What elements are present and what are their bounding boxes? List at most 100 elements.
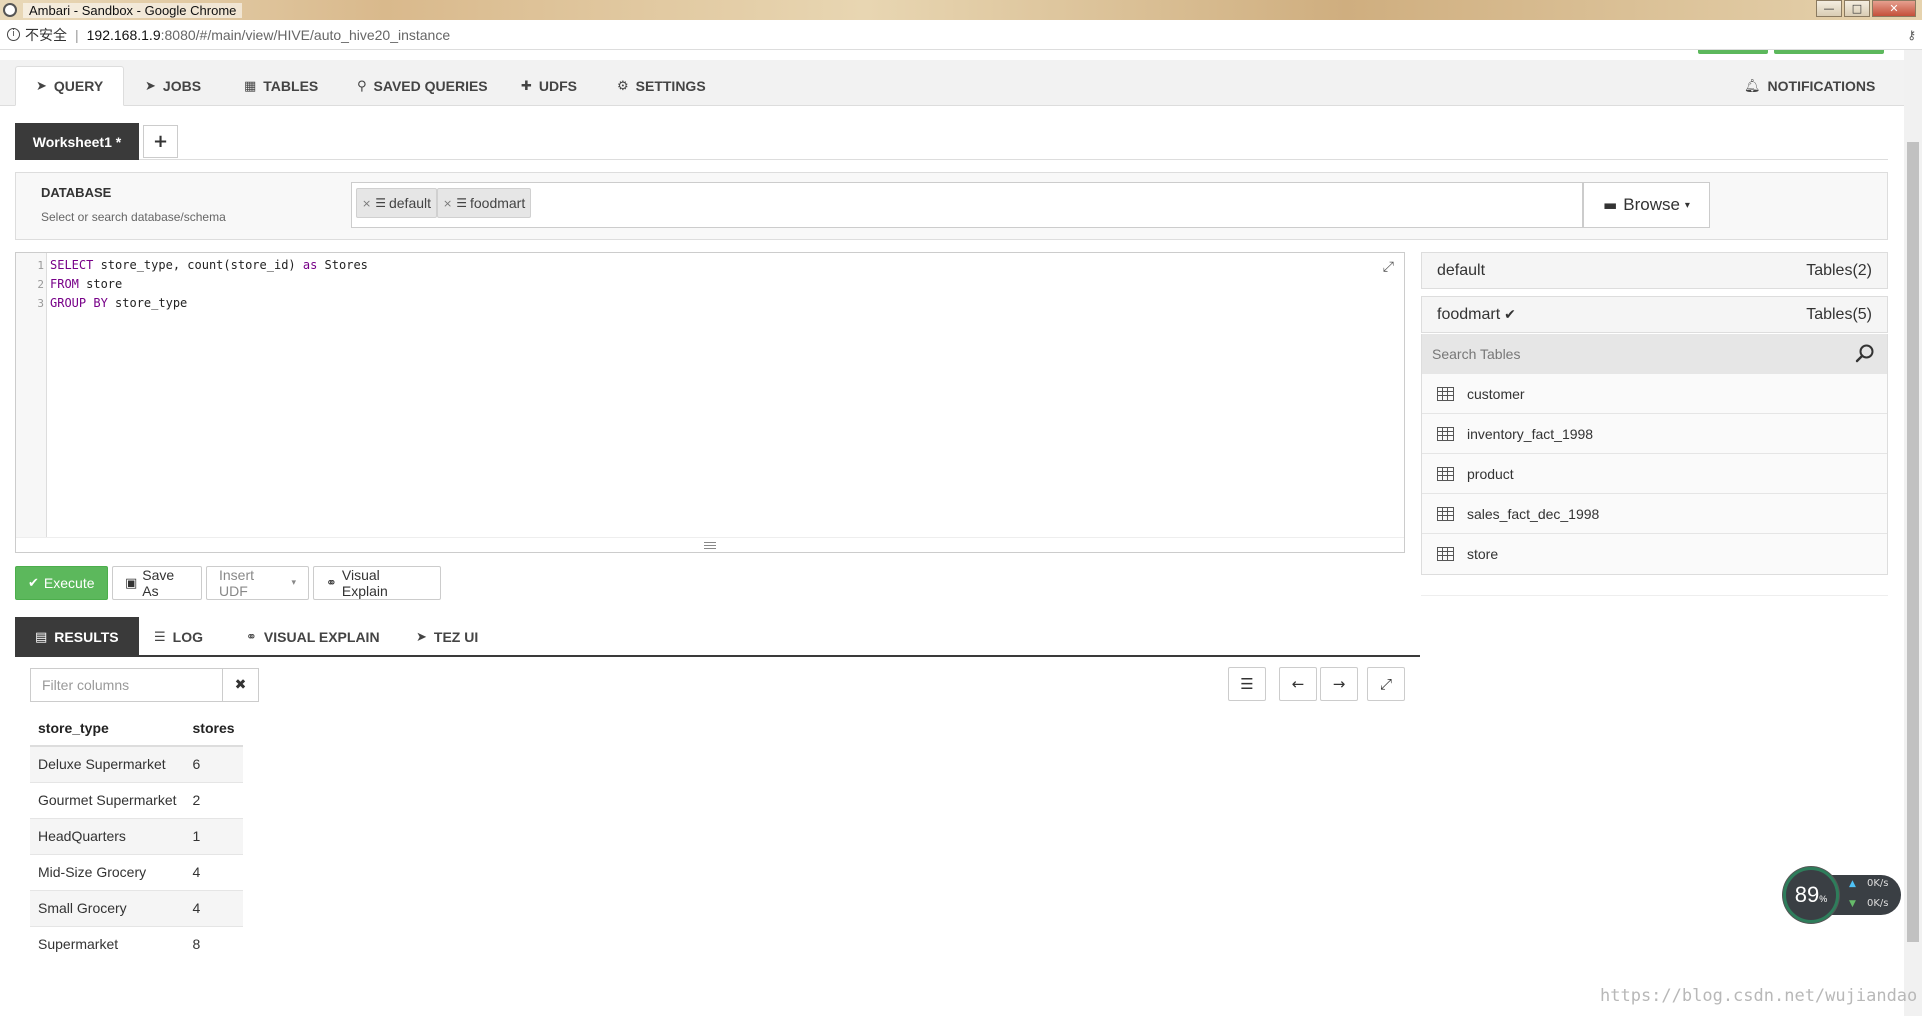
tab-tez-ui[interactable]: ➤ TEZ UI	[396, 617, 498, 657]
tab-label: TABLES	[263, 78, 319, 94]
editor-line[interactable]: 2 FROM store	[16, 275, 1404, 294]
arrow-right-icon: →	[1332, 675, 1346, 693]
database-select[interactable]: × ☰ default × ☰ foodmart	[351, 182, 1583, 228]
remove-chip-icon[interactable]: ×	[443, 197, 452, 210]
database-chip[interactable]: × ☰ foodmart	[437, 188, 532, 218]
clear-filter-button[interactable]: ✖	[222, 668, 259, 702]
table-cell: HeadQuarters	[30, 817, 185, 854]
remove-chip-icon[interactable]: ×	[362, 197, 371, 210]
paper-plane-icon: ➤	[36, 78, 47, 94]
table-name: customer	[1467, 385, 1525, 402]
watermark-text: https://blog.csdn.net/wujiandao	[1600, 986, 1918, 1006]
scrollbar-thumb[interactable]	[1907, 142, 1919, 942]
tab-query[interactable]: ➤ QUERY	[15, 66, 125, 106]
table-icon	[1437, 547, 1454, 561]
tab-label: JOBS	[162, 78, 202, 94]
previous-page-button[interactable]: ←	[1279, 667, 1317, 701]
info-icon[interactable]: i	[7, 28, 20, 41]
url-path[interactable]: :8080/#/main/view/HIVE/auto_hive20_insta…	[161, 27, 451, 43]
security-label[interactable]: 不安全	[25, 25, 67, 45]
tab-settings[interactable]: ⚙ SETTINGS	[597, 66, 726, 106]
fullscreen-results-button[interactable]: ⤢	[1367, 667, 1405, 701]
url-host[interactable]: 192.168.1.9	[87, 27, 161, 43]
chrome-icon	[3, 3, 17, 17]
caret-down-icon: ▾	[291, 578, 296, 588]
query-editor[interactable]: 1 SELECT store_type, count(store_id) as S…	[15, 252, 1405, 553]
next-page-button[interactable]: →	[1320, 667, 1358, 701]
table-list-item[interactable]: inventory_fact_1998	[1422, 414, 1887, 454]
line-number: 2	[37, 278, 44, 291]
browse-button[interactable]: ▬ Browse ▾	[1583, 182, 1710, 228]
column-header[interactable]: stores	[184, 710, 243, 747]
page-scrollbar[interactable]	[1904, 50, 1922, 1016]
tab-log[interactable]: ☰ LOG	[134, 617, 223, 657]
line-number: 1	[37, 259, 44, 272]
table-list-item[interactable]: sales_fact_dec_1998	[1422, 494, 1887, 534]
tab-jobs[interactable]: ➤ JOBS	[125, 66, 221, 106]
expand-icon[interactable]: ⤢	[1383, 259, 1394, 275]
database-icon: ☰	[375, 196, 386, 210]
table-cell: 8	[184, 925, 243, 962]
visual-explain-button[interactable]: ⚭ Visual Explain	[313, 566, 441, 600]
table-cell: Gourmet Supermarket	[30, 781, 185, 818]
filter-columns-input[interactable]	[30, 668, 223, 702]
table-icon	[1437, 506, 1454, 521]
table-list-item[interactable]: store	[1422, 534, 1887, 574]
table-cell: Small Grocery	[30, 889, 185, 926]
sidebar-database-default[interactable]: default Tables(2)	[1421, 252, 1888, 289]
window-title: Ambari - Sandbox - Google Chrome	[23, 2, 243, 18]
notifications-button[interactable]: 🔔︎ NOTIFICATIONS	[1724, 66, 1895, 106]
results-table: store_type stores Deluxe Supermarket 6 G…	[30, 710, 243, 962]
maximize-button[interactable]: □	[1844, 0, 1870, 17]
table-list: customer inventory_fact_1998 product sal…	[1421, 374, 1888, 575]
table-row: Mid-Size Grocery 4	[30, 853, 243, 890]
code-text[interactable]: SELECT store_type, count(store_id) as St…	[50, 256, 368, 275]
search-tables-input[interactable]	[1422, 334, 1842, 374]
tab-udfs[interactable]: ✚ UDFs	[501, 66, 597, 106]
address-separator: |	[75, 26, 79, 43]
puzzle-icon: ✚	[521, 78, 532, 94]
table-list-item[interactable]: product	[1422, 454, 1887, 494]
table-list-item[interactable]: customer	[1422, 374, 1887, 414]
search-icon[interactable]	[1855, 343, 1875, 363]
tab-results[interactable]: ▤ RESULTS	[15, 617, 139, 657]
editor-resize-handle[interactable]	[16, 537, 1404, 552]
tab-visual-explain[interactable]: ⚭ VISUAL EXPLAIN	[226, 617, 400, 657]
editor-line[interactable]: 3 GROUP BY store_type	[16, 294, 1404, 313]
database-chip[interactable]: × ☰ default	[356, 188, 438, 218]
table-row: Supermarket 8	[30, 925, 243, 962]
worksheet-tabs: Worksheet1 * +	[15, 123, 1888, 160]
column-header[interactable]: store_type	[30, 710, 185, 747]
editor-line[interactable]: 1 SELECT store_type, count(store_id) as S…	[16, 256, 1404, 275]
code-text[interactable]: FROM store	[50, 275, 122, 294]
tab-label: TEZ UI	[433, 629, 479, 645]
sql-token: store_type, count(store_id)	[93, 258, 303, 272]
browse-label: Browse	[1623, 195, 1680, 214]
database-label: DATABASE	[41, 185, 112, 200]
file-text-icon: ▤	[35, 629, 48, 645]
insert-udf-button[interactable]: Insert UDF ▾	[206, 566, 309, 600]
table-cell: Supermarket	[30, 925, 185, 962]
tab-saved-queries[interactable]: ⚲ SAVED QUERIES	[337, 66, 508, 106]
key-icon[interactable]: ⚷	[1907, 28, 1916, 42]
columns-menu-button[interactable]: ☰	[1228, 667, 1266, 701]
usage-gauge: 89%	[1783, 867, 1839, 923]
tab-tables[interactable]: ▦ TABLES	[224, 66, 338, 106]
database-name: default	[1437, 261, 1486, 279]
execute-button[interactable]: ✔ Execute	[15, 566, 108, 600]
add-worksheet-button[interactable]: +	[143, 125, 178, 158]
network-speed-widget[interactable]: 89% ▲ 0K/s ▼ 0K/s	[1783, 867, 1903, 923]
address-bar[interactable]: i 不安全 | 192.168.1.9 :8080/#/main/view/HI…	[0, 20, 1922, 50]
code-text[interactable]: GROUP BY store_type	[50, 294, 187, 313]
worksheet-tab[interactable]: Worksheet1 *	[15, 123, 139, 160]
upload-rate: 0K/s	[1867, 878, 1889, 889]
tab-label: RESULTS	[54, 629, 119, 645]
paper-plane-icon: ➤	[416, 629, 427, 645]
check-icon: ✔	[1504, 306, 1516, 323]
link-icon: ⚭	[246, 629, 257, 645]
close-button[interactable]: ✕	[1872, 0, 1916, 17]
sidebar-database-foodmart[interactable]: foodmart ✔ Tables(5)	[1421, 296, 1888, 333]
minimize-button[interactable]: —	[1816, 0, 1842, 17]
folder-icon: ▬	[1603, 196, 1618, 214]
save-as-button[interactable]: ▣ Save As	[112, 566, 202, 600]
